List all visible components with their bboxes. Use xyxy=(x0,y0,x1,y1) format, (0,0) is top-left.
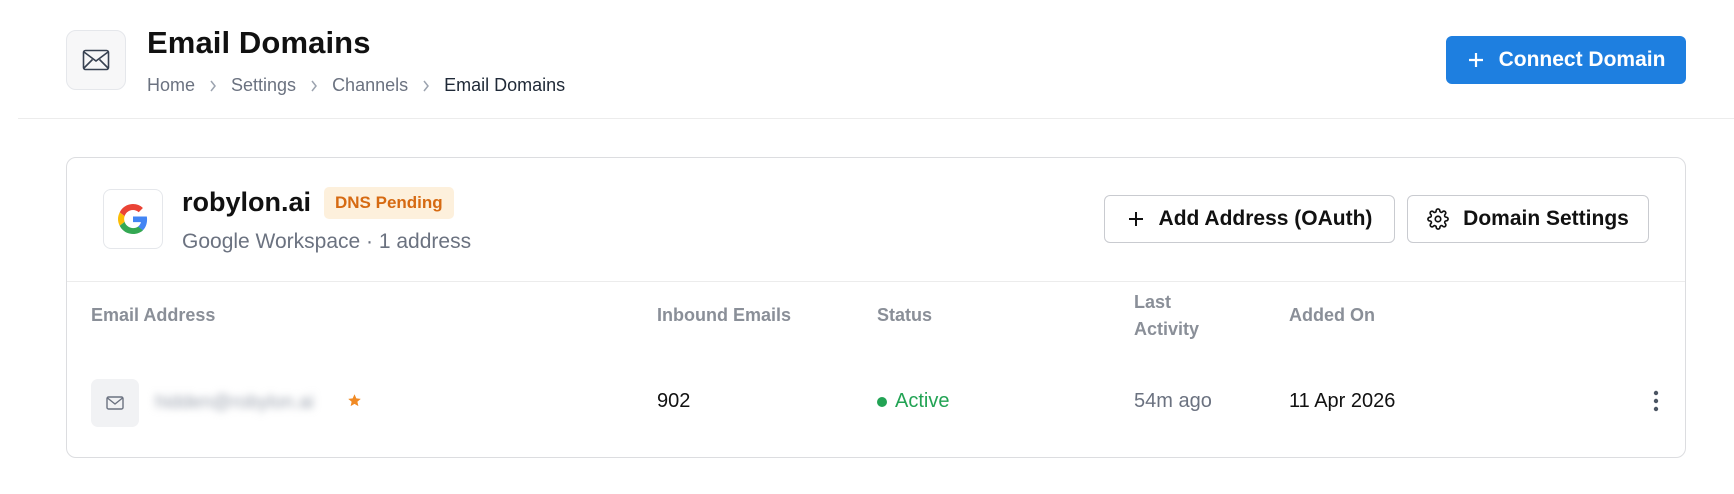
status-dot-icon xyxy=(877,396,887,407)
status-label: Active xyxy=(895,390,950,412)
column-header-added-on[interactable]: Added On xyxy=(1289,302,1375,329)
domain-card: robylon.ai DNS Pending Google Workspace … xyxy=(66,157,1686,458)
column-header-status[interactable]: Status xyxy=(877,302,932,329)
domain-settings-label: Domain Settings xyxy=(1463,207,1629,230)
column-header-last-activity[interactable]: Last Activity xyxy=(1134,289,1199,343)
domain-settings-button[interactable]: Domain Settings xyxy=(1407,195,1649,243)
page-title: Email Domains xyxy=(147,25,371,60)
page-header: Email Domains Home Settings Channels Ema… xyxy=(18,0,1734,119)
domain-subtitle: Google Workspace · 1 address xyxy=(182,230,472,253)
connect-domain-label: Connect Domain xyxy=(1498,48,1666,71)
breadcrumb: Home Settings Channels Email Domains xyxy=(147,75,565,96)
last-activity: 54m ago xyxy=(1134,390,1212,412)
column-header-email[interactable]: Email Address xyxy=(91,302,215,329)
column-header-inbound[interactable]: Inbound Emails xyxy=(657,302,791,329)
add-address-button[interactable]: Add Address (OAuth) xyxy=(1104,195,1395,243)
star-icon xyxy=(347,393,362,413)
connect-domain-button[interactable]: Connect Domain xyxy=(1446,36,1686,84)
breadcrumb-channels[interactable]: Channels xyxy=(332,75,408,96)
breadcrumb-settings[interactable]: Settings xyxy=(231,75,296,96)
chevron-right-icon xyxy=(195,80,231,92)
plus-icon xyxy=(1128,212,1143,226)
more-options-icon[interactable] xyxy=(1653,390,1659,417)
dns-status-badge: DNS Pending xyxy=(324,187,454,219)
breadcrumb-home[interactable]: Home xyxy=(147,75,195,96)
mail-icon xyxy=(91,379,139,427)
domain-name: robylon.ai xyxy=(182,187,312,217)
column-header-last-activity-line2: Activity xyxy=(1134,319,1200,339)
add-address-label: Add Address (OAuth) xyxy=(1158,207,1373,230)
breadcrumb-email-domains: Email Domains xyxy=(444,75,566,95)
gear-icon xyxy=(1427,208,1450,230)
plus-icon xyxy=(1468,53,1483,67)
column-header-last-activity-line1: Last xyxy=(1134,292,1172,312)
inbound-count: 902 xyxy=(657,390,691,412)
added-on-date: 11 Apr 2026 xyxy=(1289,390,1396,412)
chevron-right-icon xyxy=(296,80,332,92)
email-address: hidden@robylon.ai xyxy=(155,392,314,413)
domain-card-header: robylon.ai DNS Pending Google Workspace … xyxy=(67,158,1685,282)
mail-icon xyxy=(66,30,126,90)
google-icon xyxy=(103,189,163,249)
chevron-right-icon xyxy=(408,80,444,92)
status-badge: Active xyxy=(877,390,949,413)
